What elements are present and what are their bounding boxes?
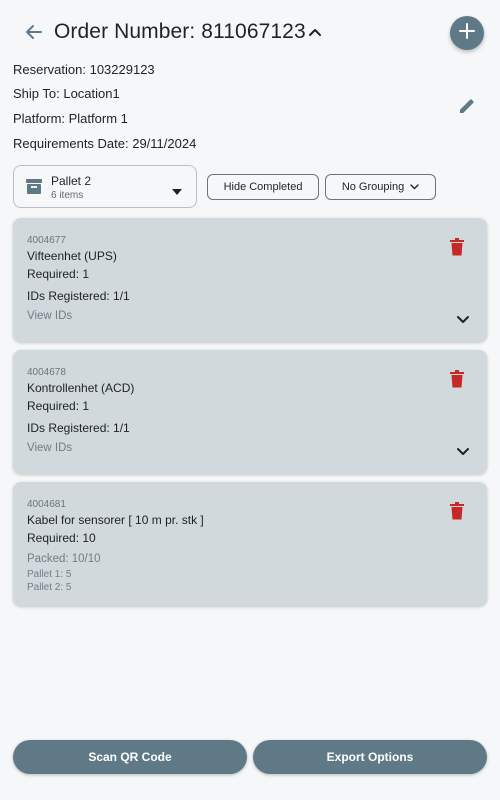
grouping-dropdown[interactable]: No Grouping xyxy=(325,174,436,200)
hide-completed-label: Hide Completed xyxy=(223,181,303,193)
app-header: Order Number: 811067123 xyxy=(0,0,500,64)
export-options-label: Export Options xyxy=(326,750,414,764)
requirements-date-text: Requirements Date: 29/11/2024 xyxy=(13,136,197,151)
chevron-up-icon[interactable] xyxy=(306,24,324,42)
chevron-down-icon[interactable] xyxy=(456,444,470,455)
view-ids-link[interactable]: View IDs xyxy=(27,442,72,454)
chevron-down-icon xyxy=(410,181,419,193)
item-name: Kontrollenhet (ACD) xyxy=(27,381,135,395)
archive-box-icon xyxy=(25,177,43,195)
plus-icon xyxy=(458,22,476,45)
pallet-2-quantity: Pallet 2: 5 xyxy=(27,582,72,593)
pencil-icon[interactable] xyxy=(457,96,477,116)
item-ids-registered: IDs Registered: 1/1 xyxy=(27,289,130,303)
item-ids-registered: IDs Registered: 1/1 xyxy=(27,421,130,435)
item-code: 4004681 xyxy=(27,499,66,510)
trash-icon[interactable] xyxy=(450,502,464,520)
item-packed: Packed: 10/10 xyxy=(27,553,101,565)
item-required: Required: 10 xyxy=(27,531,96,545)
export-options-button[interactable]: Export Options xyxy=(253,740,487,774)
item-card: 4004677 Vifteenhet (UPS) Required: 1 IDs… xyxy=(13,218,487,342)
item-name: Kabel for sensorer [ 10 m pr. stk ] xyxy=(27,513,204,527)
item-code: 4004677 xyxy=(27,235,66,246)
add-button[interactable] xyxy=(450,16,484,50)
trash-icon[interactable] xyxy=(450,238,464,256)
pallet-1-quantity: Pallet 1: 5 xyxy=(27,569,72,580)
page-title: Order Number: 811067123 xyxy=(54,20,306,43)
caret-down-icon xyxy=(172,183,182,195)
item-card: 4004681 Kabel for sensorer [ 10 m pr. st… xyxy=(13,482,487,606)
item-required: Required: 1 xyxy=(27,399,90,413)
pallet-dropdown[interactable]: Pallet 2 6 items xyxy=(13,165,197,208)
chevron-down-icon[interactable] xyxy=(456,312,470,323)
scan-qr-code-button[interactable]: Scan QR Code xyxy=(13,740,247,774)
item-required: Required: 1 xyxy=(27,267,90,281)
back-arrow-icon[interactable] xyxy=(22,20,46,44)
ship-to-text: Ship To: Location1 xyxy=(13,86,120,101)
item-name: Vifteenhet (UPS) xyxy=(27,249,117,263)
trash-icon[interactable] xyxy=(450,370,464,388)
scan-qr-code-label: Scan QR Code xyxy=(88,750,172,764)
pallet-name: Pallet 2 xyxy=(51,174,92,188)
item-card: 4004678 Kontrollenhet (ACD) Required: 1 … xyxy=(13,350,487,474)
item-code: 4004678 xyxy=(27,367,66,378)
hide-completed-button[interactable]: Hide Completed xyxy=(207,174,319,200)
view-ids-link[interactable]: View IDs xyxy=(27,310,72,322)
pallet-item-count: 6 items xyxy=(51,190,84,201)
reservation-text: Reservation: 103229123 xyxy=(13,62,155,77)
grouping-label: No Grouping xyxy=(341,181,405,193)
platform-text: Platform: Platform 1 xyxy=(13,111,128,126)
